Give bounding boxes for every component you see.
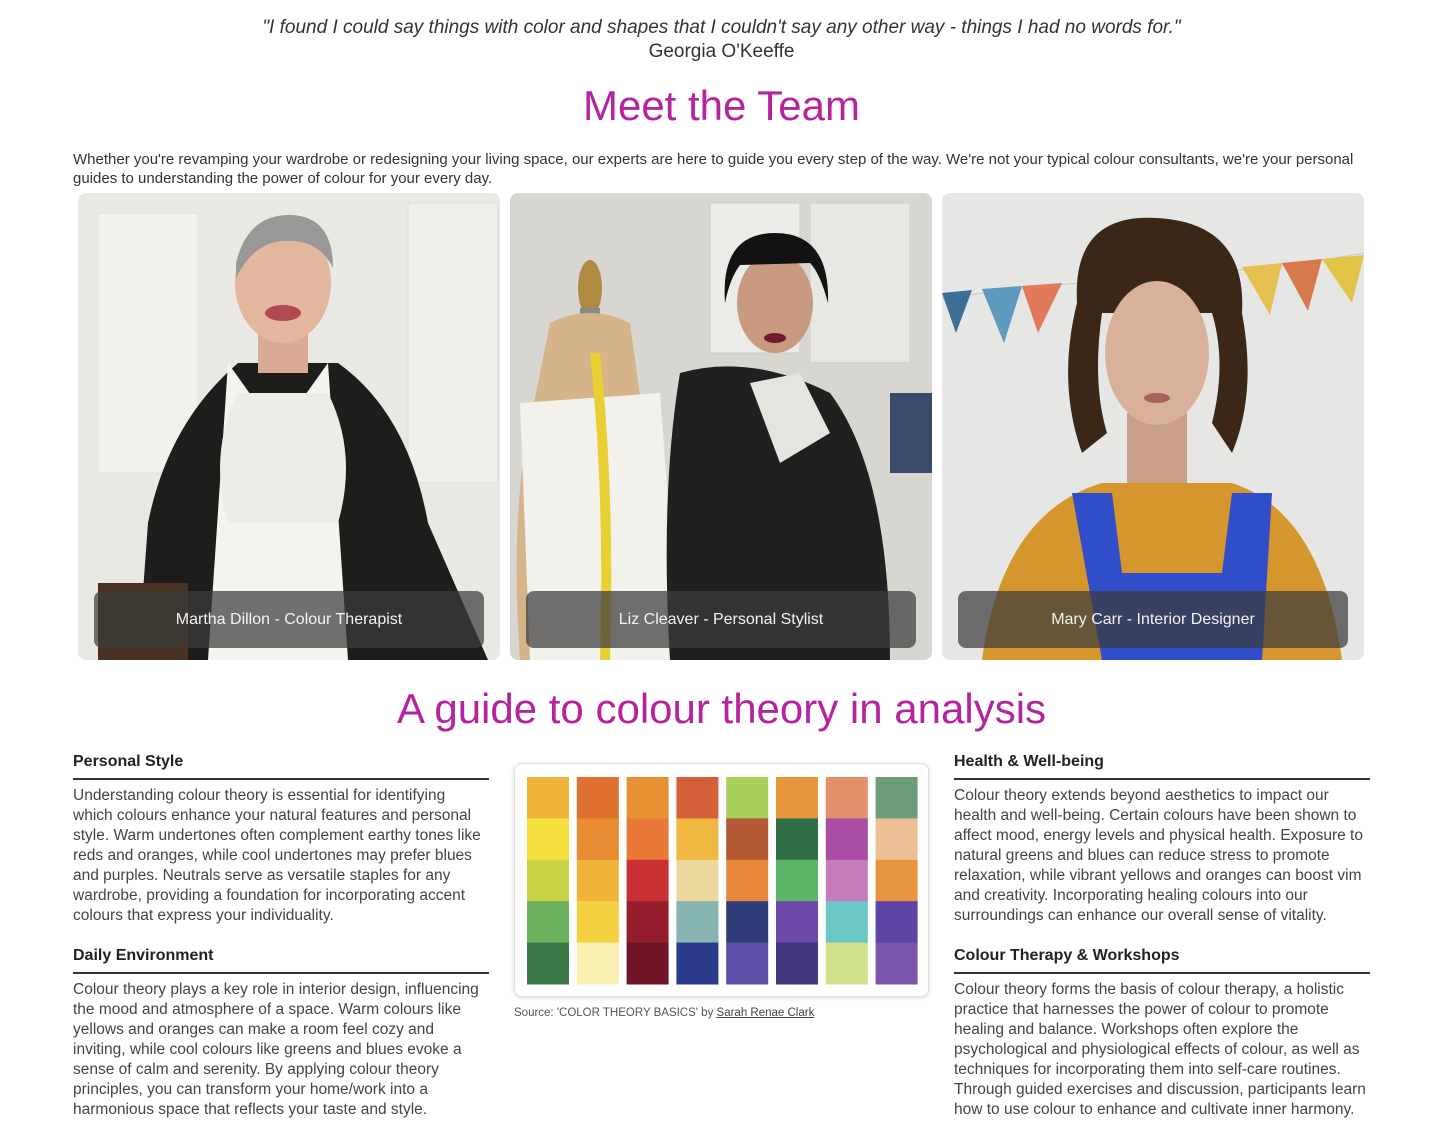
portrait-liz [510, 193, 932, 660]
colour-swatch [875, 818, 918, 861]
source-prefix: Source: 'COLOR THEORY BASICS' by [514, 1007, 717, 1019]
quote-text: "I found I could say things with color a… [262, 17, 1181, 38]
team-title: Meet the Team [582, 82, 861, 129]
colour-swatch-grid [527, 777, 918, 985]
colour-swatch [626, 859, 669, 902]
colour-swatch [576, 859, 619, 902]
colour-swatch [676, 901, 719, 944]
colour-swatch [576, 777, 619, 819]
colour-swatch [527, 901, 569, 944]
section-heading: Colour Therapy & Workshops [954, 946, 1370, 974]
palette-source: Source: 'COLOR THEORY BASICS' by Sarah R… [514, 1007, 814, 1019]
team-caption: Martha Dillon - Colour Therapist [94, 591, 484, 648]
quote-block: "I found I could say things with color a… [0, 16, 1443, 64]
colour-swatch [676, 777, 719, 819]
colour-swatch [626, 942, 669, 985]
colour-swatch [875, 942, 918, 985]
portrait-mary [942, 193, 1364, 660]
section-health: Health & Well-being Colour theory extend… [954, 752, 1370, 926]
guide-title: A guide to colour theory in analysis [396, 685, 1047, 732]
colour-swatch [825, 942, 868, 985]
section-body: Colour theory extends beyond aesthetics … [954, 787, 1363, 924]
colour-swatch [825, 818, 868, 861]
guide-left-column: Personal Style Understanding colour theo… [73, 752, 489, 1140]
colour-swatch [825, 901, 868, 944]
section-heading: Personal Style [73, 752, 489, 780]
colour-swatch [626, 818, 669, 861]
quote-author: Georgia O'Keeffe [648, 41, 795, 62]
section-body: Colour theory forms the basis of colour … [954, 981, 1366, 1118]
colour-swatch [527, 942, 569, 985]
colour-swatch [776, 818, 818, 861]
section-therapy: Colour Therapy & Workshops Colour theory… [954, 946, 1370, 1120]
guide-right-column: Health & Well-being Colour theory extend… [954, 752, 1370, 1140]
team-intro: Whether you're revamping your wardrobe o… [73, 151, 1354, 187]
colour-swatch [726, 818, 769, 861]
colour-swatch [527, 818, 569, 861]
colour-swatch [676, 818, 719, 861]
colour-swatch [726, 942, 769, 985]
colour-swatch [527, 859, 569, 902]
colour-swatch [776, 901, 818, 944]
colour-swatch [776, 859, 818, 902]
colour-palette-image [514, 763, 929, 997]
section-body: Understanding colour theory is essential… [73, 787, 481, 924]
section-personal-style: Personal Style Understanding colour theo… [73, 752, 489, 926]
colour-swatch [825, 777, 868, 819]
colour-swatch [626, 777, 669, 819]
colour-swatch [576, 901, 619, 944]
colour-swatch [875, 859, 918, 902]
team-caption: Liz Cleaver - Personal Stylist [526, 591, 916, 648]
colour-swatch [875, 777, 918, 819]
colour-swatch [875, 901, 918, 944]
colour-swatch [776, 777, 818, 819]
colour-swatch [676, 942, 719, 985]
colour-swatch [825, 859, 868, 902]
portrait-martha [78, 193, 500, 660]
section-heading: Health & Well-being [954, 752, 1370, 780]
colour-swatch [576, 942, 619, 985]
team-card-liz[interactable]: Liz Cleaver - Personal Stylist [510, 193, 932, 660]
section-daily-environment: Daily Environment Colour theory plays a … [73, 946, 489, 1120]
team-caption: Mary Carr - Interior Designer [958, 591, 1348, 648]
colour-swatch [626, 901, 669, 944]
section-body: Colour theory plays a key role in interi… [73, 981, 479, 1118]
team-card-mary[interactable]: Mary Carr - Interior Designer [942, 193, 1364, 660]
colour-swatch [776, 942, 818, 985]
colour-swatch [726, 777, 769, 819]
colour-swatch [527, 777, 569, 819]
team-card-martha[interactable]: Martha Dillon - Colour Therapist [78, 193, 500, 660]
team-gallery: Martha Dillon - Colour Therapist Liz Cle… [78, 193, 1365, 660]
colour-swatch [576, 818, 619, 861]
section-heading: Daily Environment [73, 946, 489, 974]
source-link[interactable]: Sarah Renae Clark [717, 1007, 815, 1019]
colour-swatch [676, 859, 719, 902]
colour-swatch [726, 901, 769, 944]
colour-swatch [726, 859, 769, 902]
